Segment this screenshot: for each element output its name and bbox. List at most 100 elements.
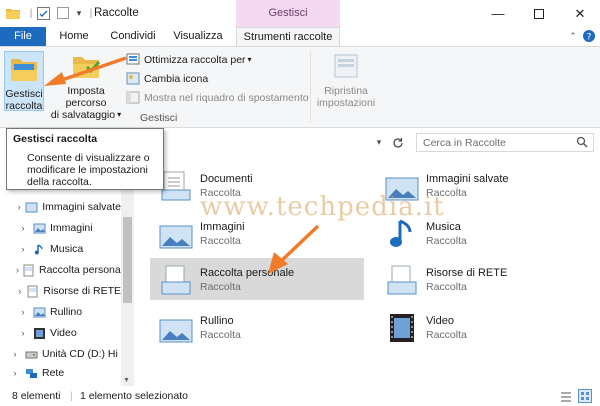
tab-library-tools[interactable]: Strumenti raccolte — [236, 27, 340, 46]
sidebar-item-immagini[interactable]: › Immagini — [0, 218, 121, 238]
new-folder-icon[interactable] — [56, 6, 70, 20]
sidebar-item-video[interactable]: › Video — [0, 323, 121, 343]
tab-view[interactable]: Visualizza — [168, 27, 228, 46]
change-icon-button[interactable]: Cambia icona — [126, 72, 208, 85]
item-name: Musica — [426, 221, 461, 233]
chevron-down-icon: ▾ — [117, 110, 122, 119]
scrollbar-thumb[interactable] — [123, 217, 132, 303]
save-location-label-2: di salvataggio — [50, 109, 116, 121]
item-type: Raccolta — [426, 281, 467, 293]
tooltip-body: Consente di visualizzare o modificare le… — [27, 152, 150, 188]
tab-home[interactable]: Home — [52, 27, 96, 46]
folder-icon — [6, 6, 20, 20]
chevron-right-icon[interactable]: › — [16, 244, 30, 254]
scroll-down-icon[interactable]: ▼ — [123, 377, 130, 384]
annotation-arrow — [44, 56, 127, 86]
tab-share[interactable]: Condividi — [104, 27, 162, 46]
sidebar-item-rete[interactable]: › Rete — [0, 363, 121, 383]
chevron-right-icon[interactable]: › — [16, 202, 22, 212]
tooltip-title: Gestisci raccolta — [13, 133, 98, 145]
library-icon — [25, 201, 38, 214]
manage-library-button[interactable]: Gestisci raccolta — [4, 51, 44, 112]
change-icon-label: Cambia icona — [144, 72, 209, 85]
large-icons-view-icon[interactable] — [578, 389, 592, 406]
annotation-arrow — [268, 224, 320, 274]
chevron-right-icon[interactable]: › — [8, 349, 22, 359]
sidebar-item-label: Video — [50, 327, 77, 339]
selection-count: 1 elemento selezionato — [80, 390, 188, 402]
restore-label-2: impostazioni — [316, 97, 376, 109]
chevron-right-icon[interactable]: › — [16, 328, 30, 338]
pictures-icon — [33, 306, 46, 319]
sidebar-item-cd-drive[interactable]: › Unità CD (D:) Hi — [0, 344, 121, 364]
personal-library-icon — [158, 264, 194, 296]
sidebar-item-risorse-di-rete[interactable]: › Risorse di RETE — [0, 281, 121, 301]
sidebar-item-label: Unità CD (D:) Hi — [42, 348, 118, 360]
item-type: Raccolta — [200, 235, 241, 247]
restore-settings-icon — [330, 51, 362, 81]
maximize-icon[interactable] — [519, 0, 559, 27]
show-in-nav-button[interactable]: Mostra nel riquadro di spostamento — [126, 91, 309, 104]
svg-text:?: ? — [587, 33, 592, 43]
item-type: Raccolta — [200, 281, 241, 293]
sidebar-item-label: Musica — [50, 243, 84, 255]
sidebar-item-rullino[interactable]: › Rullino — [0, 302, 121, 322]
list-item[interactable]: Rullino Raccolta — [150, 306, 364, 348]
context-tab-label: Gestisci — [236, 0, 340, 27]
search-icon — [576, 136, 588, 151]
sidebar-item-label: Immagini salvate — [42, 201, 121, 213]
chevron-right-icon[interactable]: › — [16, 307, 30, 317]
pictures-icon — [33, 222, 46, 235]
item-name: Immagini salvate — [426, 173, 509, 185]
explorer-window: | ▾ | Raccolte Gestisci — ✕ File Home Co… — [0, 0, 600, 406]
tooltip-manage-library: Gestisci raccolta Consente di visualizza… — [6, 128, 164, 190]
item-name: Immagini — [200, 221, 245, 233]
music-icon — [33, 243, 46, 256]
video-library-icon — [384, 312, 420, 344]
pictures-library-icon — [158, 218, 194, 250]
ribbon-separator — [310, 51, 311, 123]
list-item-selected[interactable]: Raccolta personale Raccolta — [150, 258, 364, 300]
restore-label-1: Ripristina — [324, 85, 368, 97]
tab-file[interactable]: File — [0, 27, 46, 46]
ribbon-tabs: File Home Condividi Visualizza Strumenti… — [0, 27, 600, 46]
nav-pane-icon — [126, 91, 140, 104]
chevron-right-icon[interactable]: › — [16, 223, 30, 233]
ribbon-group-name: Gestisci — [140, 112, 178, 124]
help-icon[interactable]: ? — [582, 27, 596, 46]
details-view-icon[interactable] — [560, 390, 572, 406]
network-resources-library-icon — [384, 264, 420, 296]
library-icon — [22, 264, 35, 277]
item-type: Raccolta — [200, 329, 241, 341]
close-icon[interactable]: ✕ — [560, 0, 600, 27]
cd-drive-icon — [25, 348, 38, 361]
refresh-icon[interactable] — [388, 133, 408, 152]
sidebar-item-label: Rullino — [50, 306, 83, 318]
chevron-down-icon: ▾ — [247, 55, 252, 64]
optimize-label: Ottimizza raccolta per — [144, 53, 246, 66]
list-item[interactable]: Risorse di RETE Raccolta — [376, 258, 590, 300]
item-name: Documenti — [200, 173, 253, 185]
item-type: Raccolta — [426, 235, 467, 247]
chevron-right-icon[interactable]: › — [16, 265, 19, 275]
sidebar-item-raccolta-personale[interactable]: › Raccolta personale — [0, 260, 121, 280]
item-name: Rullino — [200, 315, 234, 327]
properties-icon[interactable] — [36, 6, 50, 20]
list-item[interactable]: Video Raccolta — [376, 306, 590, 348]
camera-roll-library-icon — [158, 312, 194, 344]
manage-library-label-1: Gestisci — [5, 88, 43, 100]
chevron-down-icon[interactable]: ▾ — [370, 133, 388, 152]
collapse-ribbon-icon[interactable]: ⌃ — [566, 27, 580, 46]
chevron-right-icon[interactable]: › — [16, 286, 23, 296]
optimize-library-button[interactable]: Ottimizza raccolta per ▾ — [126, 53, 252, 66]
sidebar-item-label: Raccolta personale — [39, 264, 121, 276]
network-icon — [25, 367, 38, 380]
show-in-nav-label: Mostra nel riquadro di spostamento — [144, 91, 309, 104]
sidebar-item-immagini-salvate[interactable]: › Immagini salvate — [0, 197, 121, 217]
chevron-right-icon[interactable]: › — [8, 368, 22, 378]
sidebar-item-musica[interactable]: › Musica — [0, 239, 121, 259]
search-input[interactable]: Cerca in Raccolte — [416, 133, 594, 152]
restore-settings-button[interactable]: Ripristina impostazioni — [316, 51, 376, 109]
minimize-icon[interactable]: — — [478, 0, 518, 27]
music-library-icon — [384, 218, 420, 250]
